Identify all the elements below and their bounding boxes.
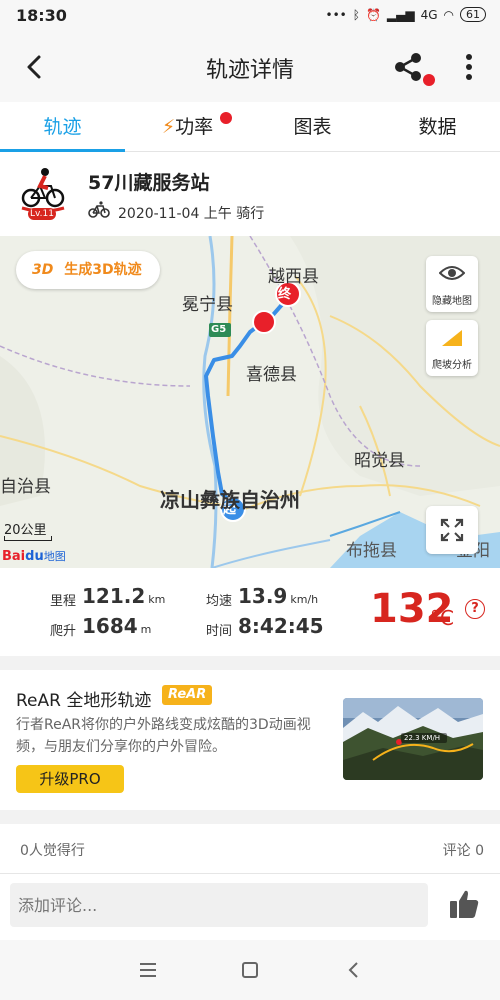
eye-icon [439, 266, 465, 280]
tab-charts[interactable]: 图表 [250, 102, 375, 152]
slope-analysis-label: 爬坡分析 [432, 360, 472, 371]
share-notification-dot [423, 74, 435, 86]
rear-promo[interactable]: ReAR 全地形轨迹 ReAR 行者ReAR将你的户外路线变成炫酷的3D动画视频… [0, 670, 500, 810]
tab-power-label: 功率 [175, 116, 214, 138]
generate-3d-label: 生成3D轨迹 [64, 262, 142, 278]
rider-name[interactable]: 57川藏服务站 [88, 168, 209, 195]
thumbs-up-icon[interactable] [448, 888, 480, 920]
baidu-logo: Baidu地图 [2, 548, 66, 564]
place-xide: 喜德县 [246, 365, 297, 385]
slope-icon [442, 330, 462, 346]
alarm-icon: ⏰ [365, 7, 381, 22]
temperature-unit: °C [430, 606, 454, 630]
rear-preview-image[interactable]: 22.3 KM/H [343, 698, 483, 780]
place-mianning: 冕宁县 [182, 295, 233, 315]
rear-badge: ReAR [162, 685, 213, 705]
menu-icon[interactable] [136, 958, 160, 982]
hide-map-button[interactable]: 隐藏地图 [426, 256, 478, 312]
comments-count[interactable]: 评论 0 [443, 840, 484, 860]
more-options-icon[interactable] [462, 52, 476, 82]
lightning-icon: ⚡ [161, 116, 176, 138]
tab-data[interactable]: 数据 [375, 102, 500, 152]
more-notifications-icon: ••• [325, 7, 347, 22]
climb-value: 1684 m [82, 614, 151, 638]
rear-description: 行者ReAR将你的户外路线变成炫酷的3D动画视频，与朋友们分享你的户外冒险。 [16, 717, 311, 755]
rear-title: ReAR 全地形轨迹 [16, 691, 152, 711]
place-zizhixian: 自治县 [0, 477, 51, 497]
place-butuo: 布拖县 [346, 541, 397, 561]
baidu-logo-ditu: 地图 [43, 550, 66, 563]
time-value: 8:42:45 [238, 614, 324, 638]
social-summary: 0人觉得行 评论 0 [0, 824, 500, 874]
tab-bar: 轨迹 ⚡功率 图表 数据 [0, 102, 500, 152]
bicycle-icon [88, 201, 110, 218]
level-badge: Lv.11 [28, 208, 56, 220]
waypoint-marker [252, 310, 276, 334]
ride-header: Lv.11 57川藏服务站 2020-11-04 上午 骑行 [0, 152, 500, 236]
distance-number: 121.2 [82, 584, 146, 608]
app-header: 轨迹详情 [0, 32, 500, 102]
distance-label: 里程 [50, 594, 77, 609]
system-nav-bar [0, 940, 500, 1000]
signal-icon: ▂▄▆ [386, 7, 415, 22]
tab-power[interactable]: ⚡功率 [125, 102, 250, 152]
status-icons: ••• ᛒ ⏰ ▂▄▆ 4G ◠ 61 [325, 7, 486, 22]
speed-label: 均速 [206, 594, 233, 609]
help-icon[interactable]: ? [465, 599, 485, 619]
comment-bar [0, 874, 500, 940]
wifi-icon: ◠ [443, 7, 454, 22]
speed-value: 13.9 km/h [238, 584, 318, 608]
rear-preview-speed: 22.3 KM/H [404, 734, 441, 742]
network-type: 4G [420, 7, 438, 22]
tab-track[interactable]: 轨迹 [0, 102, 125, 152]
share-icon[interactable] [392, 52, 424, 82]
ride-meta: 2020-11-04 上午 骑行 [118, 206, 265, 222]
likes-count[interactable]: 0人觉得行 [20, 840, 85, 860]
fullscreen-icon [440, 518, 464, 542]
climb-label: 爬升 [50, 624, 77, 639]
scale-bar [4, 536, 52, 541]
home-icon[interactable] [238, 958, 262, 982]
ride-stats: 里程 121.2 km 爬升 1684 m 均速 13.9 km/h 时间 8:42:… [0, 568, 500, 656]
fullscreen-button[interactable] [426, 506, 478, 554]
place-liangshan: 凉山彝族自治州 [160, 488, 300, 512]
3d-prefix: 3D [32, 262, 54, 278]
place-yuexi: 越西县 [268, 267, 319, 287]
speed-unit: km/h [290, 593, 319, 606]
climb-unit: m [140, 623, 152, 636]
status-time: 18:30 [16, 6, 67, 25]
battery-indicator: 61 [460, 7, 486, 22]
power-notification-dot [220, 112, 232, 124]
hide-map-label: 隐藏地图 [432, 296, 472, 307]
baidu-logo-bai: Bai [2, 549, 26, 564]
distance-unit: km [148, 593, 166, 606]
comment-input[interactable] [10, 883, 428, 927]
status-bar: 18:30 ••• ᛒ ⏰ ▂▄▆ 4G ◠ 61 [0, 0, 500, 32]
back-nav-icon[interactable] [342, 958, 366, 982]
bluetooth-icon: ᛒ [352, 7, 360, 22]
slope-analysis-button[interactable]: 爬坡分析 [426, 320, 478, 376]
speed-number: 13.9 [238, 584, 288, 608]
climb-number: 1684 [82, 614, 138, 638]
place-zhaojue: 昭觉县 [354, 451, 405, 471]
generate-3d-button[interactable]: 3D 生成3D轨迹 [16, 251, 160, 289]
highway-label: G5 [211, 324, 227, 335]
route-map[interactable]: 终 起 G5 越西县 冕宁县 喜德县 昭觉县 自治县 凉山彝族自治州 布拖县 金… [0, 236, 500, 568]
time-label: 时间 [206, 624, 233, 639]
upgrade-pro-button[interactable]: 升级PRO [16, 765, 124, 793]
distance-value: 121.2 km [82, 584, 165, 608]
baidu-logo-du: du [25, 549, 44, 564]
